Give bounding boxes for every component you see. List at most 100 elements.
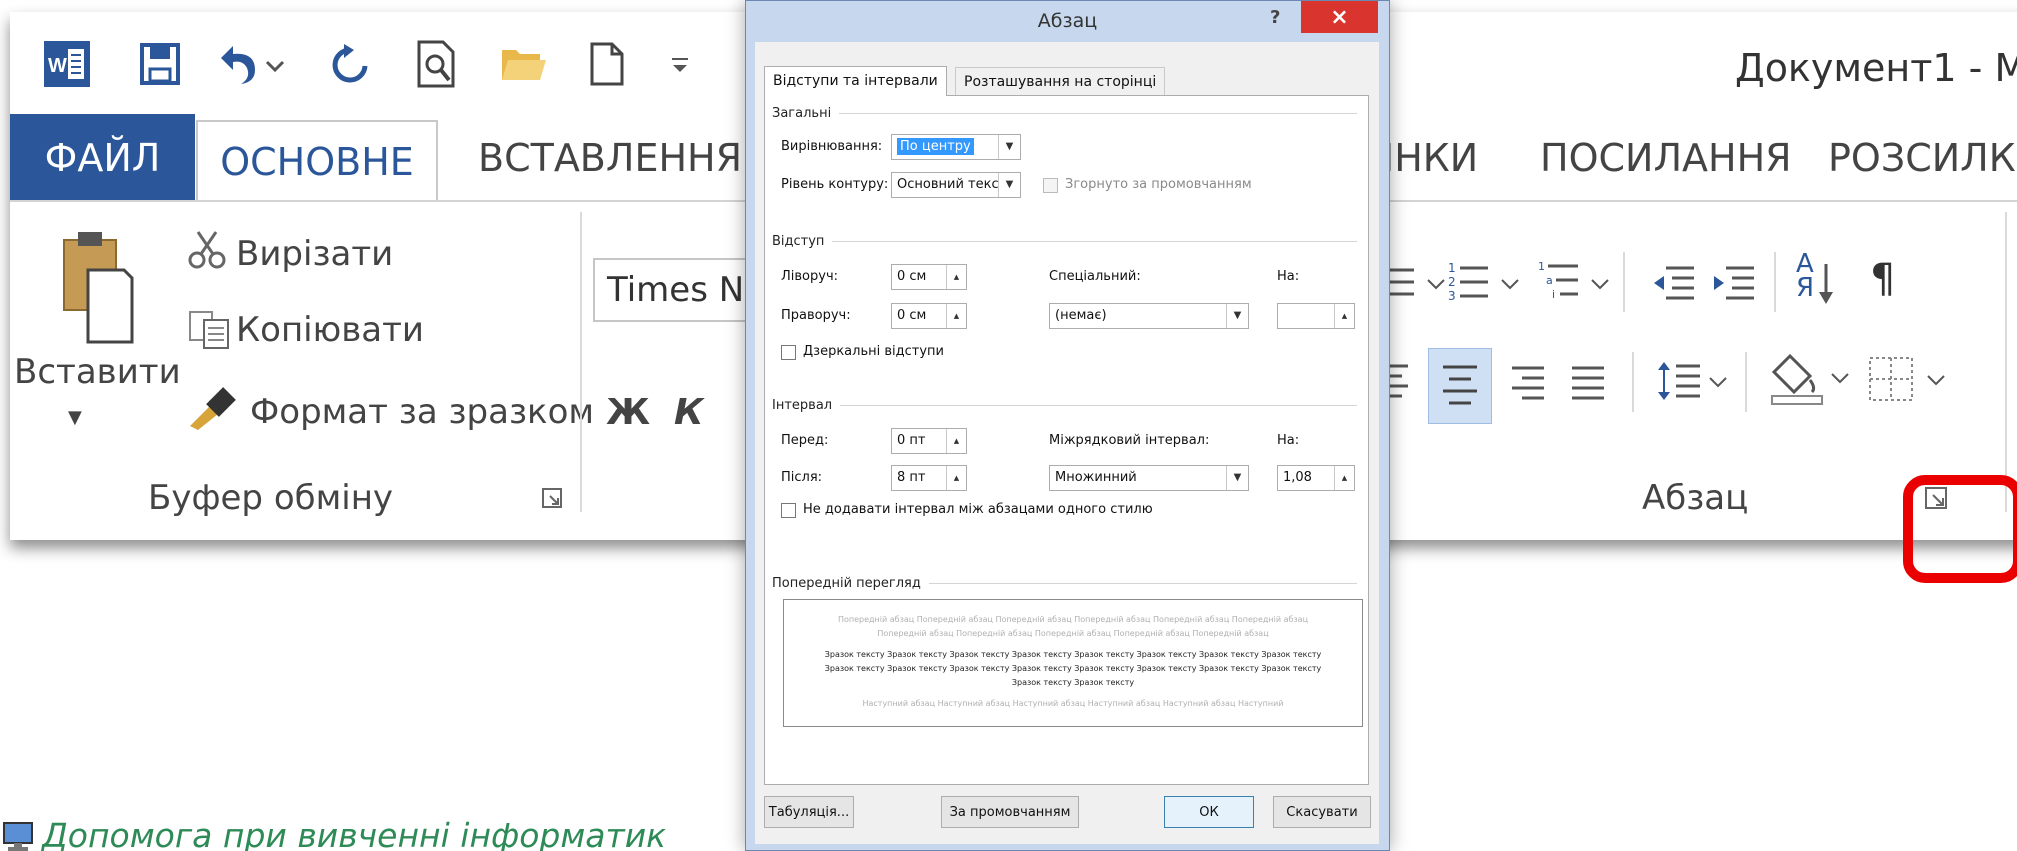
numbering-icon[interactable]: 123 [1448,258,1526,310]
section-preview: Попередній перегляд [772,576,1357,591]
chevron-down-icon: ▼ [1226,304,1248,328]
paragraph-separator [1774,252,1776,312]
cancel-button[interactable]: Скасувати [1273,796,1371,828]
left-indent-field[interactable]: 0 см ▲▼ [891,264,967,290]
dont-add-space-checkbox[interactable] [781,503,796,518]
spinner-icon[interactable]: ▲▼ [946,265,966,289]
sort-arrow-icon [1818,262,1834,310]
stage: { "window": {"title": "Документ1 - Mi"},… [0,0,2017,851]
spinner-icon[interactable]: ▲▼ [946,429,966,453]
redo-icon[interactable] [328,38,372,90]
align-center-icon [1443,365,1477,405]
open-folder-icon[interactable] [500,38,548,90]
bullets-icon[interactable] [1384,262,1454,306]
tab-file[interactable]: ФАЙЛ [10,114,195,202]
after-value: 8 пт [897,470,926,485]
ok-button[interactable]: ОК [1164,796,1254,828]
copy-button[interactable]: Копіювати [236,310,424,350]
launcher-highlight [1903,475,2017,583]
at-field[interactable]: 1,08 ▲▼ [1277,465,1355,491]
word-app-icon[interactable]: W [42,38,92,90]
preview-next-line: Наступний абзац Наступний абзац Наступни… [862,699,1284,708]
tab-insert[interactable]: ВСТАВЛЕННЯ [478,136,742,180]
tab-mailings[interactable]: РОЗСИЛК [1828,136,2016,180]
tab-indents-spacing[interactable]: Відступи та інтервали [764,66,947,96]
chevron-down-icon: ▼ [998,135,1020,159]
align-center-button[interactable] [1428,348,1492,424]
preview-sample-line: Зразок тексту Зразок тексту [1011,678,1135,687]
section-indent: Відступ [772,234,1357,249]
paste-dropdown-icon[interactable]: ▼ [68,407,82,428]
spinner-icon[interactable]: ▲▼ [946,466,966,490]
format-painter-button[interactable]: Формат за зразком [250,392,594,432]
spinner-icon[interactable]: ▲▼ [1334,466,1354,490]
section-general-label: Загальні [772,106,832,121]
clipboard-launcher-icon[interactable] [542,488,562,512]
after-label: Після: [781,470,823,485]
shading-icon[interactable] [1770,352,1854,412]
special-select[interactable]: (немає) ▼ [1049,303,1249,329]
new-document-icon[interactable] [587,38,627,90]
outline-level-label: Рівень контуру: [781,177,889,192]
by-label: На: [1277,269,1300,284]
paste-icon[interactable] [58,230,136,354]
window-title: Документ1 - Mi [1735,46,2017,90]
svg-text:1: 1 [1538,260,1545,273]
alignment-select[interactable]: По центру ▼ [891,134,1021,160]
line-spacing-select[interactable]: Множинний ▼ [1049,465,1249,491]
show-formatting-button[interactable]: ¶ [1870,256,1895,302]
print-preview-icon[interactable] [415,38,459,90]
help-button[interactable]: ? [1270,7,1280,28]
tabs-button[interactable]: Табуляція... [764,796,854,828]
borders-icon[interactable] [1868,356,1954,408]
justify-icon[interactable] [1570,362,1606,406]
customize-qat-icon[interactable] [665,38,695,90]
collapsed-checkbox[interactable] [1043,178,1058,193]
section-preview-label: Попередній перегляд [772,576,921,591]
special-value: (немає) [1055,308,1107,323]
spinner-icon[interactable]: ▲▼ [1334,304,1354,328]
decrease-indent-icon[interactable] [1650,262,1696,306]
left-indent-value: 0 см [897,269,927,284]
undo-icon[interactable] [215,38,285,90]
tab-layout[interactable]: ІНКИ [1383,136,1478,180]
tab-references[interactable]: ПОСИЛАННЯ [1540,136,1792,180]
footer-text: Допомога при вивченні інформатик [42,816,667,851]
outline-level-select[interactable]: Основний текст ▼ [891,172,1021,198]
tab-panel: Загальні Вирівнювання: По центру ▼ Рівень… [764,95,1369,785]
section-spacing: Інтервал [772,398,1357,413]
before-label: Перед: [781,433,829,448]
italic-button[interactable]: К [674,392,703,433]
increase-indent-icon[interactable] [1710,262,1756,306]
multilevel-list-icon[interactable]: 1ai [1538,258,1618,310]
set-default-button[interactable]: За промовчанням [941,796,1079,828]
close-button[interactable]: × [1301,1,1378,33]
tab-line-page-breaks[interactable]: Розташування на сторінці [955,67,1166,95]
tab-home[interactable]: ОСНОВНЕ [196,120,438,202]
paste-button[interactable]: Вставити [14,352,181,392]
at-label: На: [1277,433,1300,448]
svg-text:1: 1 [1448,261,1456,275]
svg-text:i: i [1552,288,1555,301]
mirror-indents-label: Дзеркальні відступи [803,344,944,359]
computer-icon [3,821,33,851]
after-field[interactable]: 8 пт ▲▼ [891,465,967,491]
alignment-label: Вирівнювання: [781,139,883,154]
section-general: Загальні [772,106,1357,121]
cut-button[interactable]: Вирізати [236,234,393,274]
section-indent-label: Відступ [772,234,825,249]
line-spacing-icon[interactable] [1656,358,1732,408]
left-indent-label: Ліворуч: [781,269,839,284]
by-field[interactable]: ▲▼ [1277,303,1355,329]
save-icon[interactable] [138,38,182,90]
align-right-icon[interactable] [1510,362,1546,406]
right-indent-field[interactable]: 0 см ▲▼ [891,303,967,329]
before-field[interactable]: 0 пт ▲▼ [891,428,967,454]
sort-icon[interactable]: А Я [1796,251,1814,301]
bold-button[interactable]: Ж [606,392,650,433]
right-indent-label: Праворуч: [781,308,851,323]
spinner-icon[interactable]: ▲▼ [946,304,966,328]
right-indent-value: 0 см [897,308,927,323]
mirror-indents-checkbox[interactable] [781,345,796,360]
preview-box: Попередній абзац Попередній абзац Попере… [783,599,1363,727]
